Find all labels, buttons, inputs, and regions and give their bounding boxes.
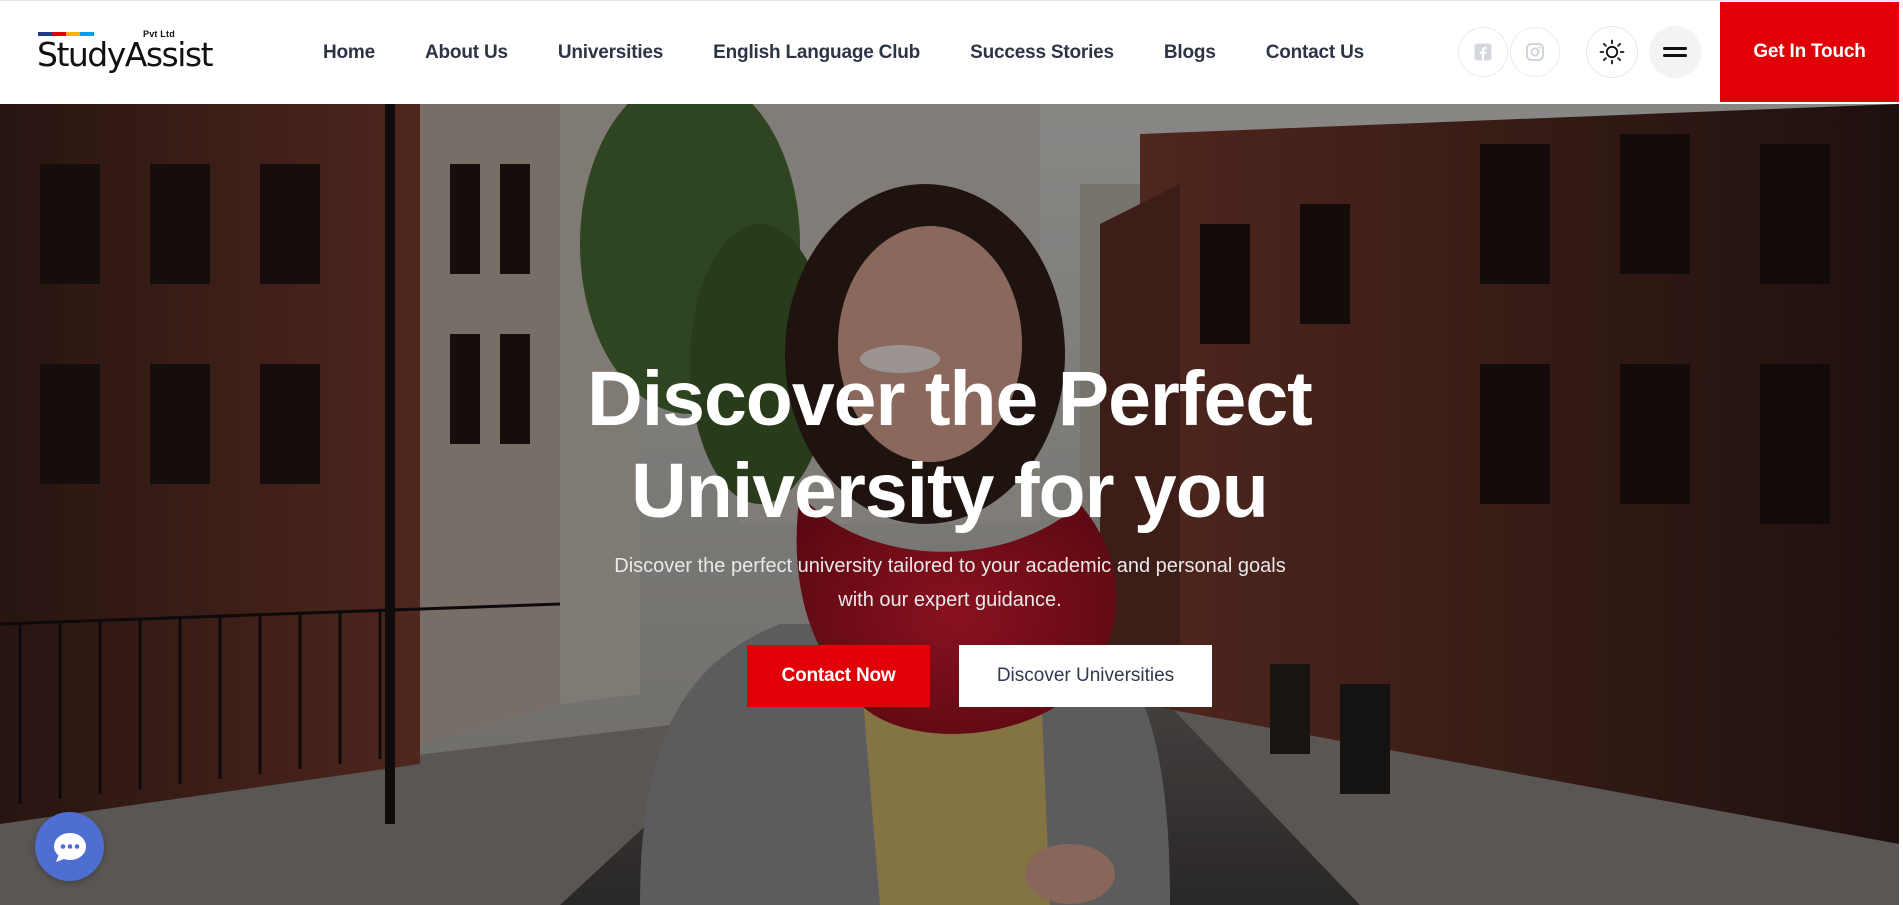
hero-subtitle-line: Discover the perfect university tailored…: [614, 555, 1286, 577]
chat-widget-button[interactable]: [35, 812, 104, 881]
menu-button[interactable]: [1649, 26, 1701, 78]
facebook-link[interactable]: [1458, 27, 1508, 77]
chat-bubble-icon: [53, 832, 86, 862]
instagram-link[interactable]: [1510, 27, 1560, 77]
nav-about-us[interactable]: About Us: [425, 42, 508, 64]
theme-toggle-button[interactable]: [1586, 26, 1638, 78]
menu-icon-line: [1663, 54, 1687, 57]
nav-home[interactable]: Home: [323, 42, 375, 64]
nav-universities[interactable]: Universities: [558, 42, 664, 64]
nav-english-language-club[interactable]: English Language Club: [713, 42, 920, 64]
hero-subtitle: Discover the perfect university tailored…: [560, 549, 1340, 617]
hero-section: Discover the Perfect University for you …: [0, 104, 1899, 905]
hero-title-line: University for you: [631, 448, 1269, 534]
menu-icon: [1663, 47, 1687, 57]
hero-title-line: Discover the Perfect: [587, 356, 1313, 442]
logo[interactable]: Pvt Ltd StudyAssist: [37, 29, 214, 75]
hero-title: Discover the Perfect University for you: [0, 353, 1899, 537]
discover-universities-button[interactable]: Discover Universities: [959, 645, 1212, 707]
menu-icon-line: [1663, 47, 1687, 50]
get-in-touch-button[interactable]: Get In Touch: [1720, 2, 1899, 102]
logo-wordmark: StudyAssist: [37, 35, 214, 74]
sun-icon: [1599, 39, 1625, 65]
contact-now-button[interactable]: Contact Now: [747, 645, 930, 707]
site-header: Pvt Ltd StudyAssist Home About Us Univer…: [0, 0, 1903, 104]
page-edge: [1899, 0, 1903, 905]
hero-subtitle-line: with our expert guidance.: [838, 589, 1062, 611]
nav-success-stories[interactable]: Success Stories: [970, 42, 1114, 64]
instagram-icon: [1526, 43, 1544, 61]
main-nav: Home About Us Universities English Langu…: [323, 1, 1364, 105]
nav-contact-us[interactable]: Contact Us: [1266, 42, 1364, 64]
facebook-icon: [1474, 43, 1492, 61]
nav-blogs[interactable]: Blogs: [1164, 42, 1216, 64]
